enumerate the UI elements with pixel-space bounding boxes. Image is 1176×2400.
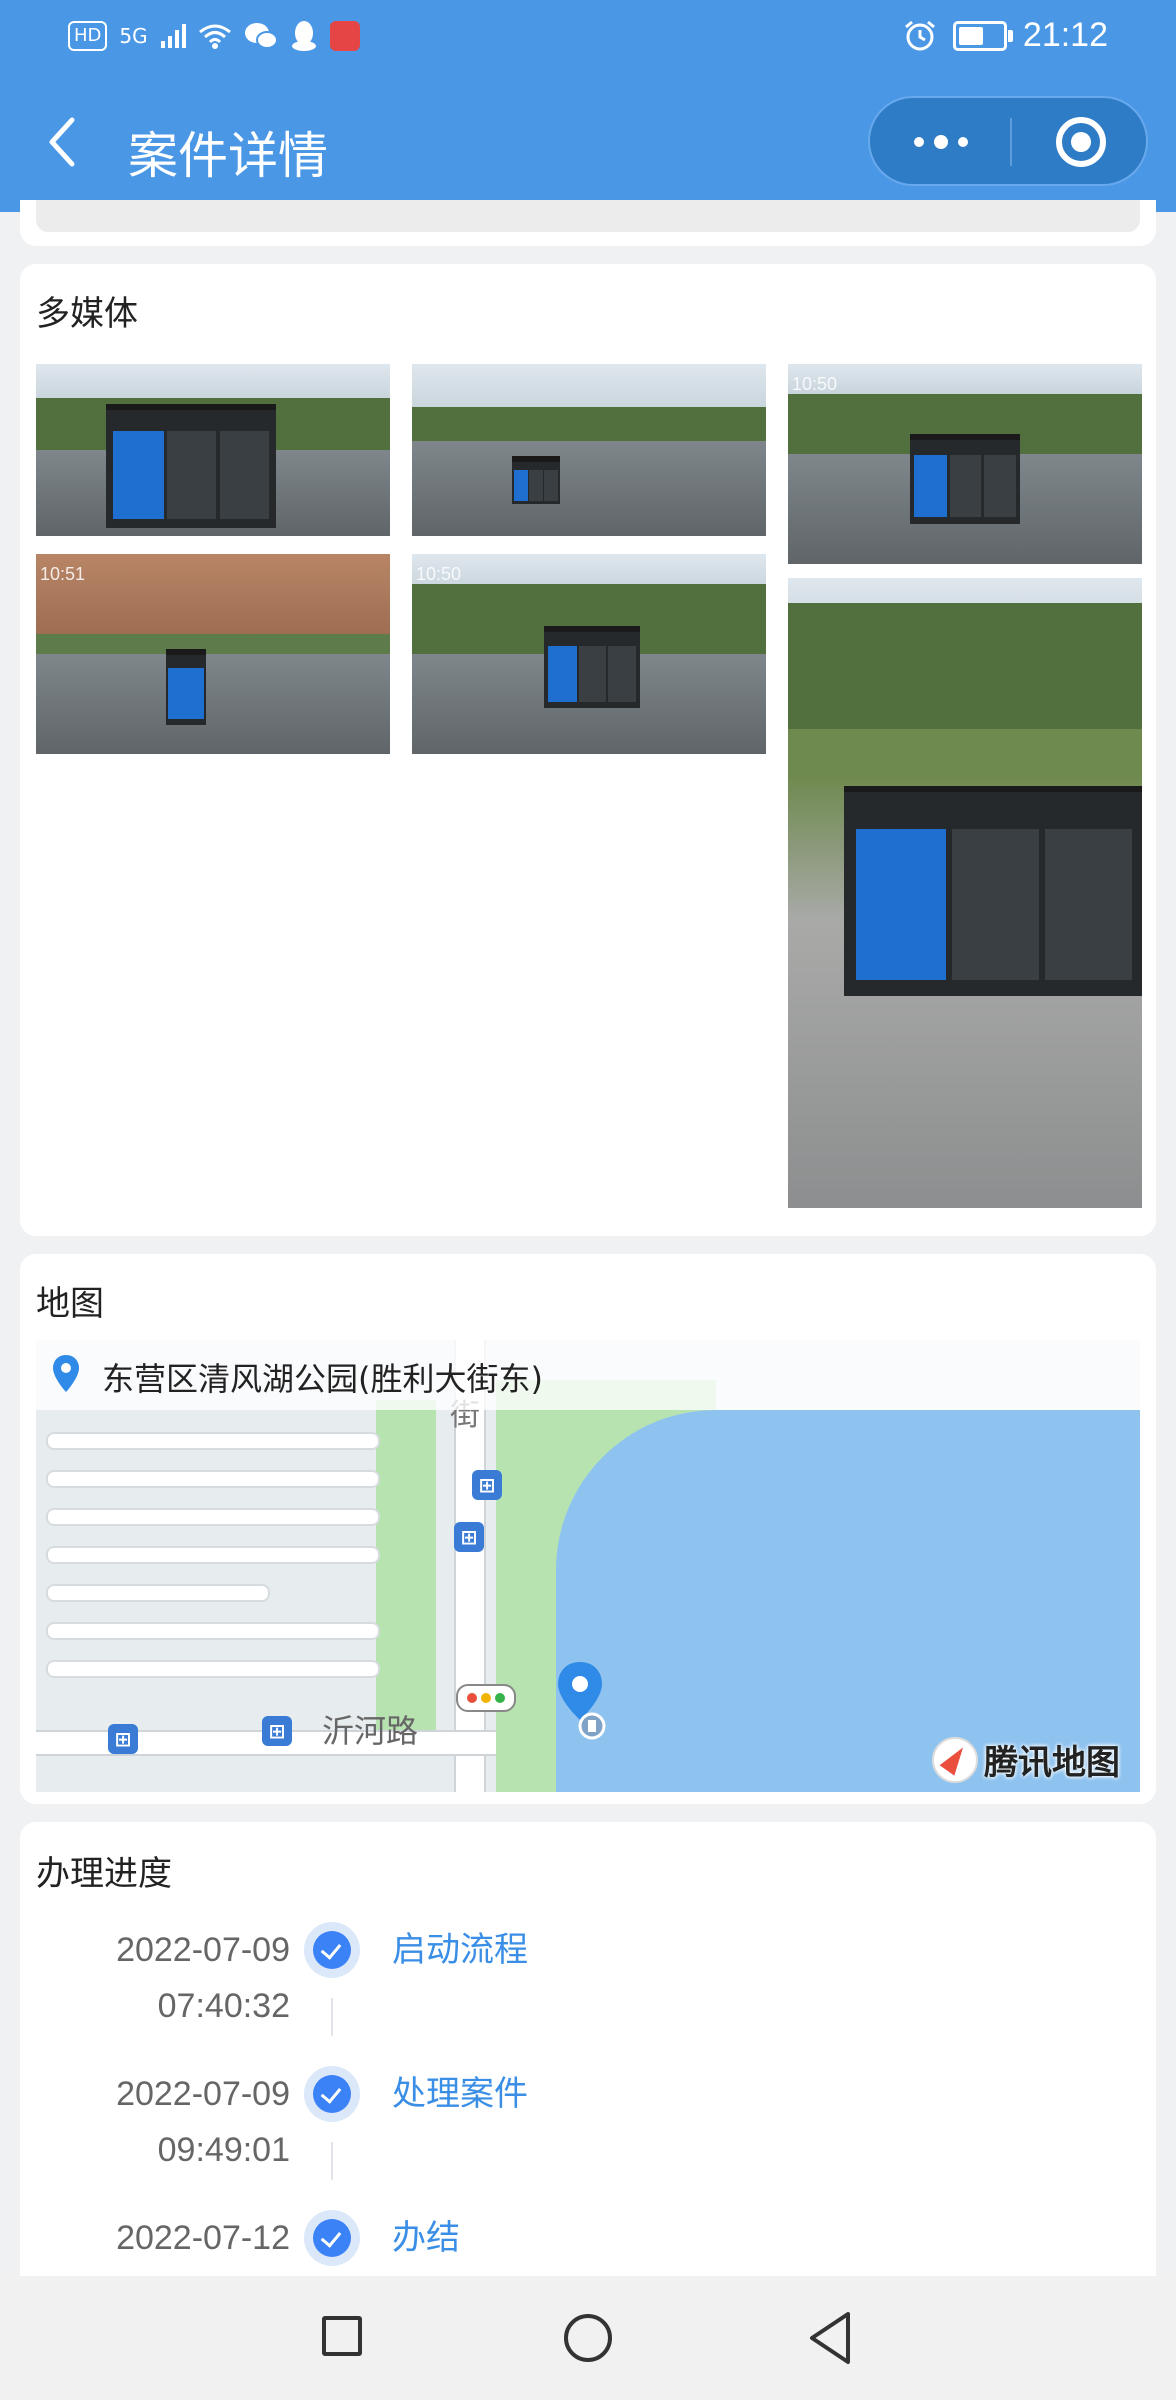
map-address: 东营区清风湖公园(胜利大街东) [102,1360,543,1398]
media-photo-3[interactable]: 10:50 [788,364,1142,564]
step-time: 07:40:32 [157,1987,290,2025]
road-label: 沂河路 [322,1712,419,1750]
qq-icon [291,21,316,51]
progress-title: 办理进度 [36,1854,172,1894]
network-type: 5G [119,24,148,48]
step-date: 2022-07-12 [116,2219,290,2257]
more-menu-icon[interactable] [906,118,976,166]
close-mini-program-icon[interactable] [1056,117,1106,167]
step-label[interactable]: 启动流程 [392,1922,528,1978]
media-photo-5[interactable]: 10:50 [412,554,766,754]
media-photo-6[interactable] [788,578,1142,1208]
check-icon [304,2210,360,2266]
back-arrow-icon[interactable] [40,110,84,174]
map-card: 地图 ⊞ ⊞ ⊞ ⊞ 沂河路 街 东营区清风湖公园(胜利大街东) 腾讯地图 [20,1254,1156,1804]
bus-stop-icon: ⊞ [108,1724,138,1754]
notification-icon [329,21,360,51]
status-time: 21:12 [1022,16,1108,54]
media-photo-4[interactable]: 10:51 [36,554,390,754]
page-title: 案件详情 [128,127,328,185]
compass-icon [932,1736,978,1783]
capsule-divider [1010,118,1012,166]
traffic-light-icon [456,1684,516,1712]
system-back-icon[interactable] [806,2310,856,2366]
signal-icon: 5G [119,18,147,54]
step-label[interactable]: 处理案件 [392,2066,528,2122]
battery-icon [952,20,1013,51]
step-label[interactable]: 办结 [392,2210,460,2266]
hd-icon: HD [68,21,108,51]
location-pin-icon [53,1355,79,1392]
previous-card-bottom [20,200,1156,246]
navigation-bar: 案件详情 [0,90,1176,200]
map-provider-logo: 腾讯地图 [932,1735,1120,1784]
home-icon[interactable] [564,2314,612,2362]
signal-bars-icon [160,24,186,48]
bus-stop-icon: ⊞ [472,1470,502,1500]
media-title: 多媒体 [36,294,138,334]
top-bar: HD 5G 21:12 案件详情 [0,0,1176,212]
system-navigation-bar [0,2276,1176,2400]
bus-stop-icon: ⊞ [262,1716,292,1746]
step-date: 2022-07-09 [116,2075,290,2113]
media-photo-2[interactable] [412,364,766,536]
recent-apps-icon[interactable] [322,2316,362,2356]
map-view[interactable]: ⊞ ⊞ ⊞ ⊞ 沂河路 街 东营区清风湖公园(胜利大街东) 腾讯地图 [36,1340,1140,1792]
timeline-line [331,1998,333,2036]
media-photo-1[interactable] [36,364,390,536]
media-card: 多媒体 10:50 10:51 10:50 [20,264,1156,1236]
check-icon [304,1922,360,1978]
step-date: 2022-07-09 [116,1931,290,1969]
address-bar: 东营区清风湖公园(胜利大街东) [36,1340,1140,1410]
mini-program-capsule [868,96,1148,186]
wechat-icon [244,23,278,49]
location-marker-icon[interactable] [556,1660,610,1740]
timeline-line [331,2142,333,2180]
step-time: 09:49:01 [157,2131,290,2169]
bus-stop-icon: ⊞ [454,1522,484,1552]
alarm-icon [904,20,935,50]
check-icon [304,2066,360,2122]
wifi-icon [198,24,231,49]
map-title: 地图 [36,1284,104,1324]
status-bar: HD 5G 21:12 [0,0,1176,72]
